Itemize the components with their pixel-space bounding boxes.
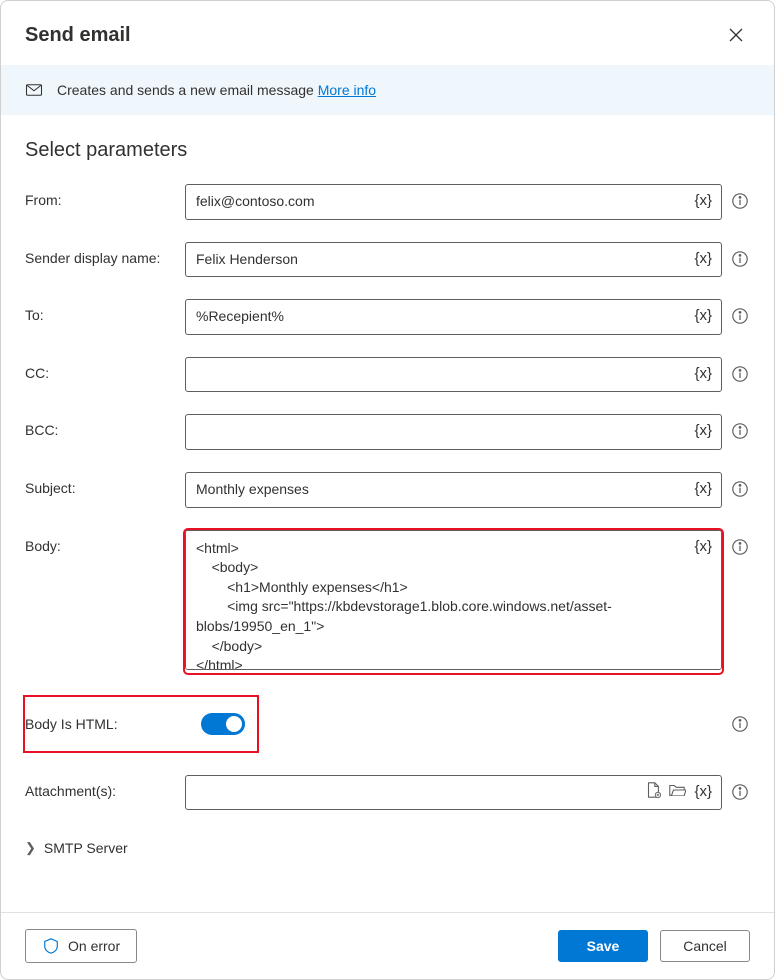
label-attachments: Attachment(s): [25, 775, 185, 799]
row-cc: CC: {x} [25, 357, 750, 393]
variable-icon[interactable]: {x} [692, 190, 714, 211]
label-bcc: BCC: [25, 414, 185, 438]
label-body: Body: [25, 530, 185, 554]
save-button[interactable]: Save [558, 930, 648, 962]
variable-icon[interactable]: {x} [692, 363, 714, 384]
label-from: From: [25, 184, 185, 208]
variable-icon[interactable]: {x} [692, 420, 714, 441]
row-from: From: {x} [25, 184, 750, 220]
folder-open-icon[interactable] [668, 781, 686, 802]
banner-description: Creates and sends a new email message [57, 82, 318, 98]
dialog-content: Select parameters From: {x} Sender displ… [1, 115, 774, 912]
bcc-input[interactable] [185, 414, 722, 450]
info-banner: Creates and sends a new email message Mo… [1, 65, 774, 115]
from-input[interactable] [185, 184, 722, 220]
body-textarea[interactable] [185, 530, 722, 670]
sender-input[interactable] [185, 242, 722, 278]
info-icon[interactable] [730, 306, 750, 326]
to-input[interactable] [185, 299, 722, 335]
info-icon[interactable] [730, 249, 750, 269]
subject-input[interactable] [185, 472, 722, 508]
cancel-button[interactable]: Cancel [660, 930, 750, 962]
variable-icon[interactable]: {x} [692, 478, 714, 499]
expander-label: SMTP Server [44, 840, 128, 856]
row-attachments: Attachment(s): {x} [25, 775, 750, 811]
dialog-title: Send email [25, 24, 131, 47]
chevron-right-icon: ❯ [25, 840, 36, 856]
attachments-input[interactable] [185, 775, 722, 811]
on-error-button[interactable]: On error [25, 929, 137, 963]
mail-icon [25, 81, 43, 99]
variable-icon[interactable]: {x} [692, 781, 714, 802]
row-subject: Subject: {x} [25, 472, 750, 508]
banner-text: Creates and sends a new email message Mo… [57, 82, 376, 98]
file-select-icon[interactable] [644, 781, 662, 802]
variable-icon[interactable]: {x} [692, 536, 714, 557]
variable-icon[interactable]: {x} [692, 305, 714, 326]
shield-icon [42, 937, 60, 955]
info-icon[interactable] [730, 479, 750, 499]
row-sender: Sender display name: {x} [25, 242, 750, 278]
row-bcc: BCC: {x} [25, 414, 750, 450]
label-body-is-html: Body Is HTML: [25, 716, 183, 732]
section-title: Select parameters [25, 139, 750, 162]
smtp-server-expander[interactable]: ❯ SMTP Server [25, 832, 750, 864]
label-subject: Subject: [25, 472, 185, 496]
dialog-footer: On error Save Cancel [1, 912, 774, 979]
more-info-link[interactable]: More info [318, 82, 376, 98]
dialog-header: Send email [1, 1, 774, 65]
close-button[interactable] [722, 21, 750, 49]
body-is-html-toggle[interactable] [201, 713, 245, 735]
cc-input[interactable] [185, 357, 722, 393]
label-sender: Sender display name: [25, 242, 185, 266]
info-icon[interactable] [730, 782, 750, 802]
info-icon[interactable] [730, 714, 750, 734]
info-icon[interactable] [730, 191, 750, 211]
info-icon[interactable] [730, 364, 750, 384]
info-icon[interactable] [730, 421, 750, 441]
row-to: To: {x} [25, 299, 750, 335]
row-body: Body: {x} [25, 530, 750, 673]
variable-icon[interactable]: {x} [692, 248, 714, 269]
row-body-is-html: Body Is HTML: [25, 695, 750, 753]
send-email-dialog: Send email Creates and sends a new email… [0, 0, 775, 980]
close-icon [728, 27, 744, 43]
on-error-label: On error [68, 938, 120, 954]
info-icon[interactable] [730, 537, 750, 557]
label-cc: CC: [25, 357, 185, 381]
label-to: To: [25, 299, 185, 323]
